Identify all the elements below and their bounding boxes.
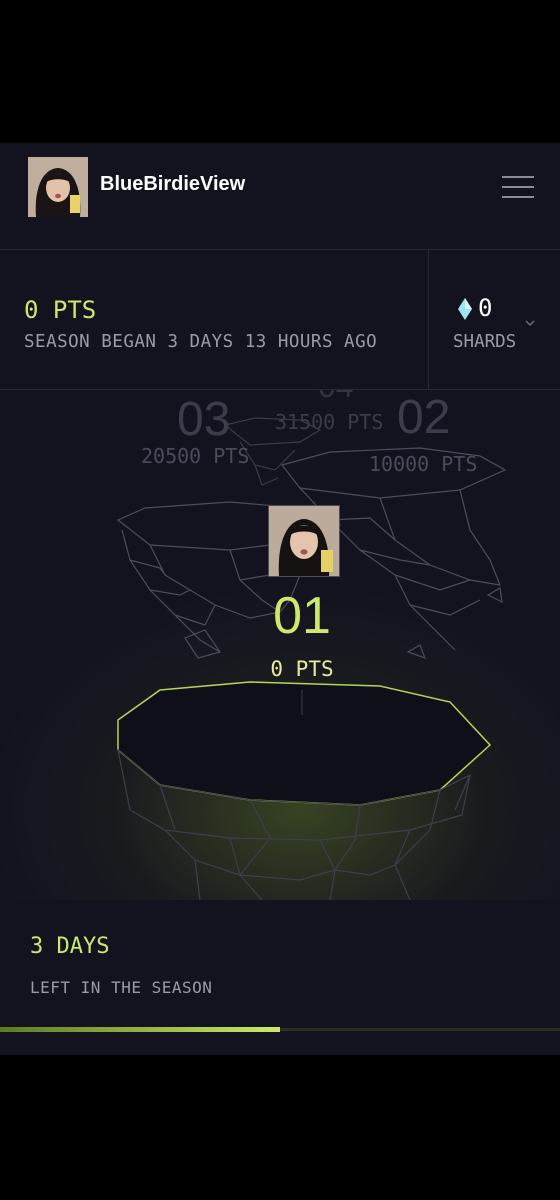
rank-2-points: 10000 PTS [369,452,478,476]
current-rank-points: 0 PTS [270,657,334,681]
points-value: 0 PTS [24,296,97,324]
days-left-label: LEFT IN THE SEASON [30,978,213,997]
avatar-photo-icon [28,157,88,217]
diamond-icon [458,298,472,320]
current-rank: 01 [273,587,331,645]
rank-4-number: 04 [318,390,354,405]
season-started-text: SEASON BEGAN 3 DAYS 13 HOURS AGO [24,332,378,352]
top-bar: BlueBirdieView [0,143,560,250]
shards-count[interactable]: 0 [478,294,492,322]
leaderboard-scene: 03 20500 PTS 04 31500 PTS 02 10000 PTS 0… [0,390,560,900]
days-left-value: 3 DAYS [30,934,110,959]
stats-panel: 0 PTS SEASON BEGAN 3 DAYS 13 HOURS AGO 0… [0,250,560,390]
stats-divider [428,250,429,390]
avatar-photo-icon [269,506,339,576]
rank-4-points: 31500 PTS [275,410,384,434]
rank-3-number: 03 [177,393,231,446]
current-user-avatar[interactable] [268,505,340,577]
shards-label[interactable]: SHARDS [453,332,516,352]
season-footer: 3 DAYS LEFT IN THE SEASON [0,900,560,1055]
season-progress-fill [0,1027,280,1032]
chevron-down-icon[interactable] [524,318,536,328]
user-avatar[interactable] [28,157,88,217]
rank-3-points: 20500 PTS [141,444,250,468]
season-progress-bar [0,1027,560,1032]
app-screen: BlueBirdieView 0 PTS SEASON BEGAN 3 DAYS… [0,143,560,1055]
hamburger-menu-icon[interactable] [502,174,534,200]
username[interactable]: BlueBirdieView [100,173,245,196]
rank-2-number: 02 [397,391,451,444]
